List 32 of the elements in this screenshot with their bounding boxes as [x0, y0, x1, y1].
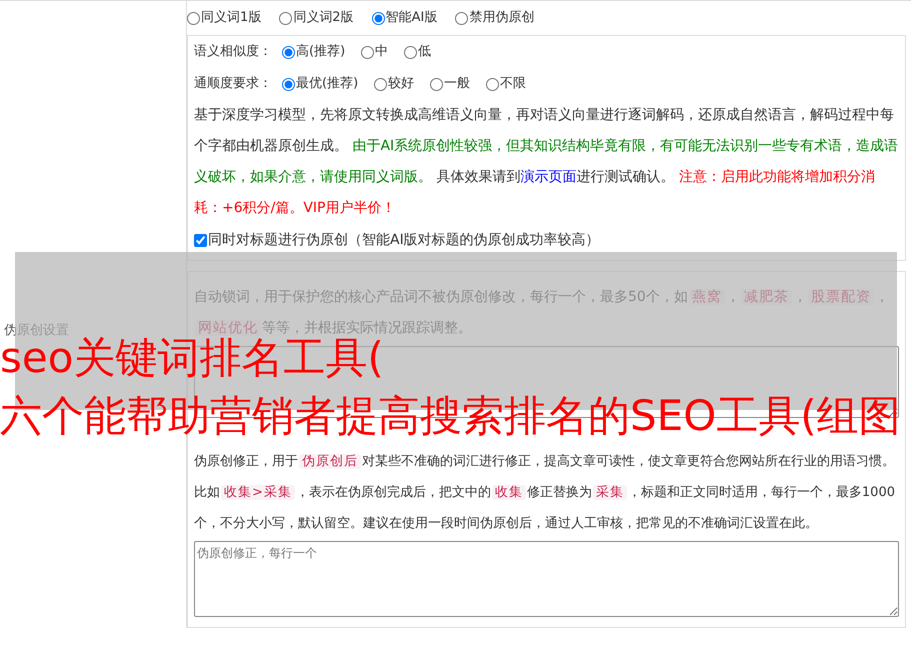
- radio-button[interactable]: [486, 78, 500, 90]
- field-label: 语义相似度：: [194, 43, 272, 62]
- title-checkbox[interactable]: [194, 234, 207, 246]
- correction-text: 伪原创修正，用于 伪原创后 对某些不准确的词汇进行修正，提高文章可读性，使文章更符合您网站所在行业的用语习惯。比如 收集>采集 ，表示在伪原创完成后，把文中的 收集 修正替换为 采集 ，标题和正文同时适用，每行一个，最多1000个，不分大小写，默认留空。建议在使用一段时间伪原创后，通过人工审核，把常见的不准确词汇设置在此。: [194, 453, 896, 533]
- radio-option[interactable]: 一般: [430, 74, 470, 94]
- radio-option[interactable]: 最优(推荐): [282, 74, 358, 94]
- demo-link[interactable]: 演示页面: [520, 169, 576, 185]
- title-option[interactable]: 同时对标题进行伪原创（智能AI版对标题的伪原创成功率较高）: [194, 224, 899, 256]
- correction-field[interactable]: 伪原创修正，每行一个: [194, 541, 899, 617]
- radio-button[interactable]: [282, 78, 295, 90]
- radio-button[interactable]: [279, 12, 292, 24]
- mode-option[interactable]: 智能AI版: [372, 8, 438, 28]
- mode-option[interactable]: 同义词1版: [187, 8, 262, 28]
- radio-button[interactable]: [187, 12, 200, 24]
- radio-button[interactable]: [361, 46, 374, 58]
- radio-button[interactable]: [455, 12, 468, 24]
- radio-option[interactable]: 不限: [486, 74, 526, 94]
- field-label: 通顺度要求：: [194, 75, 272, 94]
- radio-option[interactable]: 低: [404, 42, 432, 62]
- radio-option[interactable]: 中: [361, 42, 388, 62]
- mode-option[interactable]: 禁用伪原创: [455, 8, 534, 28]
- mode-option[interactable]: 同义词2版: [279, 8, 354, 28]
- caption-overlay: seo关键词排名工具(: [0, 335, 384, 381]
- radio-button[interactable]: [372, 12, 385, 24]
- radio-button[interactable]: [404, 46, 418, 58]
- description-text: 基于深度学习模型，先将原文转换成高维语义向量，再对语义向量进行逐词解码，还原成自然语言，解码过程中每个字都由机器原创生成。 由于AI系统原创性较强，但其知识结构毕竟有限，有可能无法识别一些专有术语，造成语义破坏，如果介意，请使用同义词版。 具体效果请到演示页面进行测试确认。 注意：启用此功能将增加积分消耗：+6积分/篇。VIP用户半价！: [194, 106, 899, 218]
- radio-option[interactable]: 高(推荐): [282, 42, 346, 62]
- caption-overlay: 六个能帮助营销者提高搜索排名的SEO工具(组图: [0, 393, 901, 439]
- radio-button[interactable]: [374, 78, 388, 90]
- radio-button[interactable]: [430, 78, 444, 90]
- radio-option[interactable]: 较好: [374, 74, 414, 94]
- radio-button[interactable]: [282, 46, 295, 58]
